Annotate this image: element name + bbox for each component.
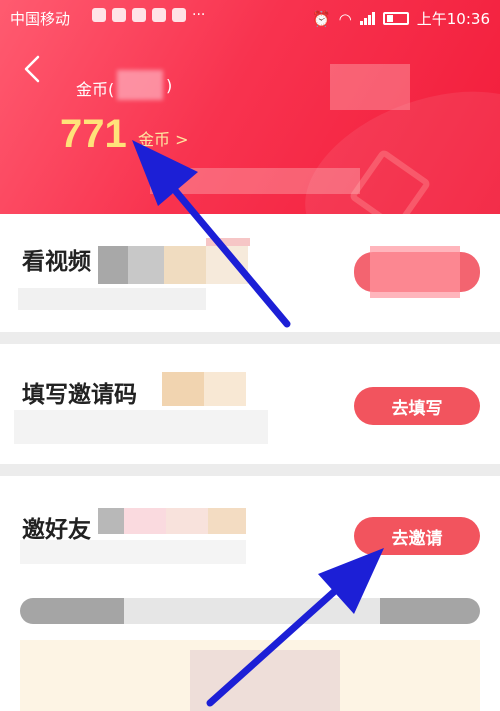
redacted-block [206, 246, 248, 284]
wifi-icon: ◠ [338, 9, 352, 28]
redacted-block [124, 508, 166, 534]
invite-progress-bar [20, 598, 480, 624]
enter-invite-code-button[interactable]: 去填写 [354, 387, 480, 425]
coin-balance-label: 金币( [76, 80, 115, 99]
task-title-enter-invite-code: 填写邀请码 [22, 382, 137, 408]
coin-balance-paren: ) [166, 76, 173, 95]
qq-icon [112, 8, 126, 22]
app-notification-icon [132, 8, 146, 22]
app-notification-icon [92, 8, 106, 22]
redacted-block [124, 598, 380, 624]
redacted-block [128, 246, 164, 284]
alarm-icon: ⏰ [311, 9, 331, 28]
task-title-watch-video: 看视频 [22, 249, 91, 275]
redacted-block [14, 410, 268, 444]
redacted-block [117, 70, 163, 100]
redacted-block [166, 508, 208, 534]
coin-detail-link[interactable]: 金币 > [138, 126, 189, 150]
more-notifications-icon: ··· [192, 7, 206, 23]
redacted-block [98, 246, 128, 284]
redacted-block [162, 372, 204, 406]
back-chevron-icon[interactable] [18, 54, 48, 84]
redacted-block [204, 372, 246, 406]
redacted-block [330, 64, 410, 110]
carrier-name: 中国移动 [10, 10, 71, 28]
system-icons: ⏰ ◠ 上午10:36 [312, 8, 490, 29]
notification-icons: ··· [92, 8, 205, 22]
redacted-block [208, 508, 246, 534]
status-bar: 中国移动 ··· ⏰ ◠ 上午10:36 [0, 0, 500, 34]
signal-icon [359, 12, 375, 25]
coin-balance-value: 771 [60, 112, 127, 156]
redacted-block [150, 168, 360, 194]
coins-header: 中国移动 ··· ⏰ ◠ 上午10:36 金币( ) 771 金币 > [0, 0, 500, 214]
app-notification-icon [172, 8, 186, 22]
redacted-block [164, 246, 206, 284]
redacted-block [20, 540, 246, 564]
invite-reward-panel [20, 640, 480, 711]
clock: 上午10:36 [416, 10, 490, 28]
invite-friends-button[interactable]: 去邀请 [354, 517, 480, 555]
task-title-invite-friends: 邀好友 [22, 517, 91, 543]
redacted-block [18, 288, 206, 310]
redacted-block [206, 238, 250, 246]
app-notification-icon [152, 8, 166, 22]
redacted-block [98, 508, 124, 534]
redacted-block [370, 246, 460, 298]
battery-icon [382, 12, 409, 25]
redacted-block [190, 650, 340, 711]
